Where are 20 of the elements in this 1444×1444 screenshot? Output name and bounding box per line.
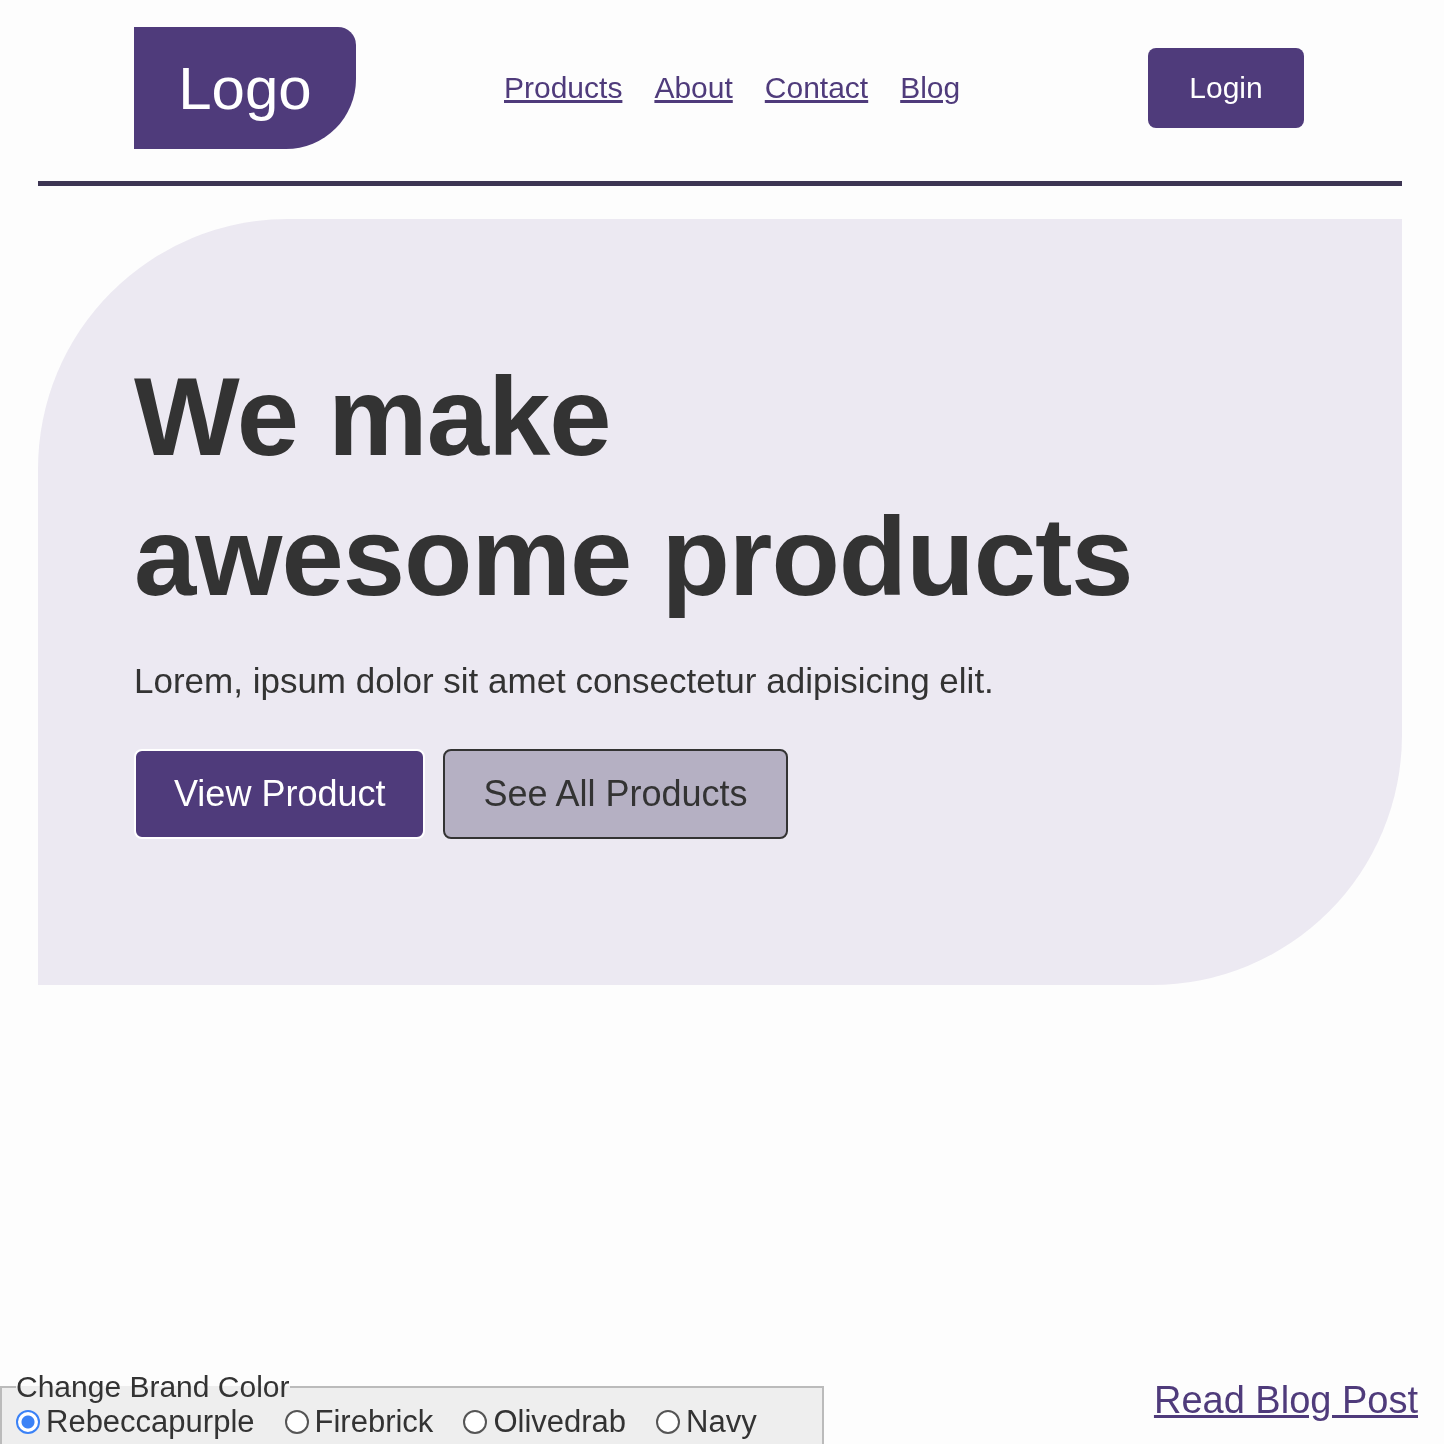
radio-button[interactable] <box>656 1410 681 1434</box>
see-all-products-button[interactable]: See All Products <box>443 749 788 839</box>
login-button[interactable]: Login <box>1148 48 1304 128</box>
hero-text: Lorem, ipsum dolor sit amet consectetur adipisicing elit. <box>134 661 995 701</box>
logo[interactable]: Logo <box>134 27 356 149</box>
radio-label[interactable]: Firebrick <box>314 1404 434 1440</box>
hero-heading: We make awesome products <box>134 353 1134 621</box>
nav-link[interactable]: Contact <box>764 71 869 105</box>
radio-button[interactable] <box>463 1410 488 1434</box>
nav-link[interactable]: Blog <box>900 71 961 105</box>
view-product-button[interactable]: View Product <box>134 749 426 839</box>
read-blog-post-link[interactable]: Read Blog Post <box>1153 1379 1418 1422</box>
nav-link[interactable]: Products <box>504 71 623 105</box>
fieldset-legend: Change Brand Color <box>16 1370 290 1404</box>
radio-label[interactable]: Olivedrab <box>493 1404 627 1440</box>
radio-button[interactable] <box>284 1410 309 1434</box>
nav-link[interactable]: About <box>654 71 733 105</box>
radio-button[interactable] <box>16 1410 40 1434</box>
radio-label[interactable]: Rebeccapurple <box>46 1404 255 1440</box>
radio-label[interactable]: Navy <box>686 1404 757 1440</box>
